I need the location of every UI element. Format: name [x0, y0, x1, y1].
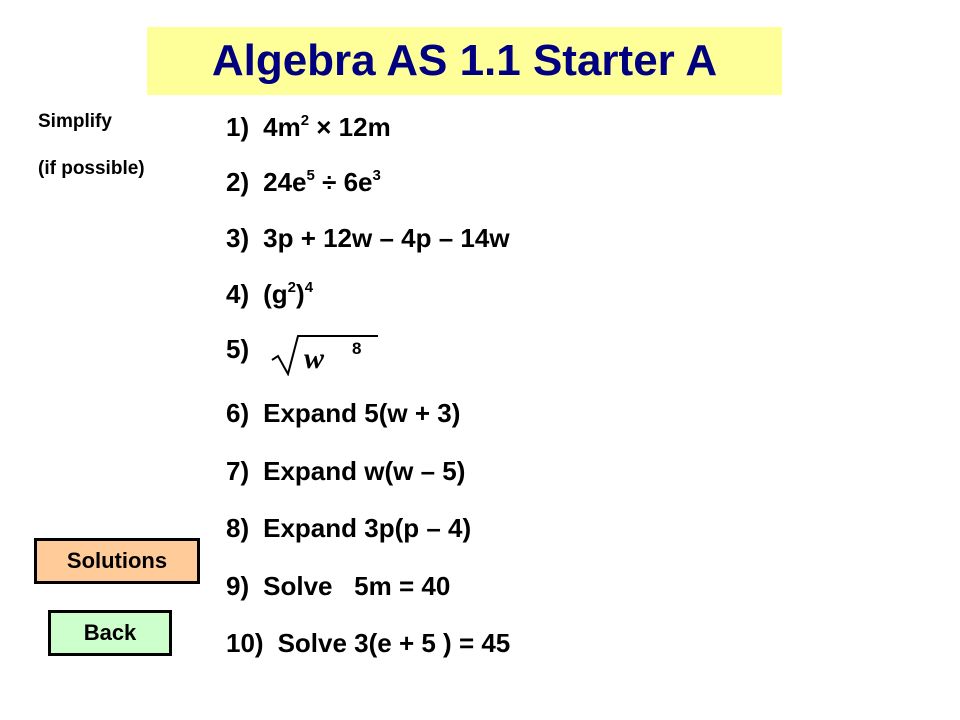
question-number: 3)	[226, 223, 250, 253]
radicand: w	[304, 342, 325, 375]
question-expression: (g2)4	[263, 279, 313, 309]
exponent: 3	[372, 167, 381, 184]
question-expression: Solve 3(e + 5 ) = 45	[277, 628, 511, 658]
question-1: 1) 4m2 × 12m	[226, 112, 391, 143]
question-2: 2) 24e5 ÷ 6e3	[226, 167, 381, 198]
question-number: 4)	[226, 279, 250, 309]
question-10: 10) Solve 3(e + 5 ) = 45	[226, 628, 510, 659]
question-3: 3) 3p + 12w – 4p – 14w	[226, 223, 510, 254]
expr-part: 4m	[263, 112, 301, 142]
expr-part: ÷ 6e	[314, 167, 373, 197]
page-title: Algebra AS 1.1 Starter A	[211, 36, 718, 85]
question-expression: 4m2 × 12m	[263, 112, 391, 142]
question-number: 1)	[226, 112, 250, 142]
instruction-if-possible: (if possible)	[38, 158, 145, 179]
expr-part: × 12m	[309, 112, 391, 142]
question-expression: Solve 5m = 40	[263, 571, 451, 601]
exponent: 2	[287, 279, 297, 296]
exponent: 8	[352, 339, 361, 358]
question-number: 8)	[226, 513, 250, 543]
question-number: 5)	[226, 334, 250, 364]
solutions-button[interactable]: Solutions	[34, 538, 200, 584]
question-expression: Expand w(w – 5)	[263, 456, 466, 486]
square-root-expression: w 8	[270, 330, 380, 376]
question-expression: 3p + 12w – 4p – 14w	[263, 223, 510, 253]
question-number: 7)	[226, 456, 250, 486]
expr-part: (g	[263, 279, 288, 309]
square-root-icon: w 8	[271, 335, 378, 376]
question-6: 6) Expand 5(w + 3)	[226, 398, 460, 429]
exponent: 5	[306, 167, 315, 184]
question-number: 6)	[226, 398, 250, 428]
back-button[interactable]: Back	[48, 610, 172, 656]
question-8: 8) Expand 3p(p – 4)	[226, 513, 471, 544]
question-expression: 24e5 ÷ 6e3	[263, 167, 381, 197]
question-number: 10)	[226, 628, 264, 658]
exponent: 2	[300, 112, 310, 129]
title-banner: Algebra AS 1.1 Starter A	[147, 27, 782, 95]
exponent: 4	[304, 279, 314, 296]
instruction-simplify: Simplify	[38, 111, 112, 132]
question-7: 7) Expand w(w – 5)	[226, 456, 465, 487]
question-expression: Expand 5(w + 3)	[263, 398, 461, 428]
question-number: 9)	[226, 571, 250, 601]
question-expression: Expand 3p(p – 4)	[263, 513, 472, 543]
question-5: 5) w 8	[226, 334, 378, 376]
question-4: 4) (g2)4	[226, 279, 313, 310]
expr-part: )	[296, 279, 305, 309]
expr-part: 24e	[263, 167, 307, 197]
question-9: 9) Solve 5m = 40	[226, 571, 450, 602]
question-number: 2)	[226, 167, 250, 197]
